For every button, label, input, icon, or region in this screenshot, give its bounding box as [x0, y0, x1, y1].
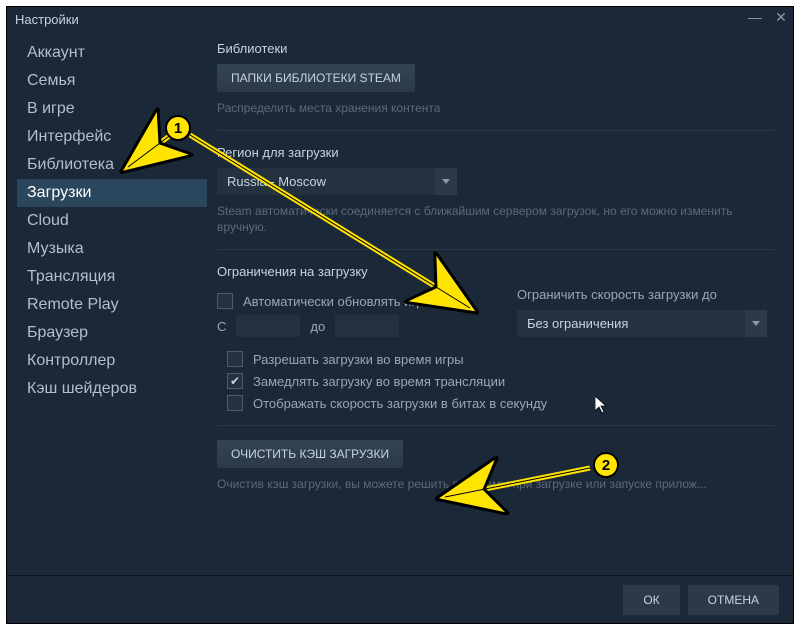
- region-value: Russia - Moscow: [217, 168, 435, 195]
- region-hint: Steam автоматически соединяется с ближай…: [217, 203, 775, 235]
- from-label: С: [217, 319, 226, 334]
- autoupdate-checkbox[interactable]: [217, 293, 233, 309]
- time-from-field[interactable]: [236, 315, 300, 337]
- separator: [217, 249, 775, 250]
- region-dropdown-button[interactable]: [435, 168, 457, 195]
- sidebar-item-ingame[interactable]: В игре: [17, 95, 207, 123]
- close-button[interactable]: ✕: [773, 9, 789, 26]
- sidebar-item-controller[interactable]: Контроллер: [17, 347, 207, 375]
- libraries-hint: Распределить места хранения контента: [217, 100, 775, 116]
- clear-cache-hint: Очистив кэш загрузки, вы можете решить п…: [217, 476, 775, 492]
- separator: [217, 130, 775, 131]
- section-limits-title: Ограничения на загрузку: [217, 264, 775, 279]
- separator: [217, 425, 775, 426]
- sidebar: Аккаунт Семья В игре Интерфейс Библиотек…: [7, 31, 207, 575]
- show-bits-label: Отображать скорость загрузки в битах в с…: [253, 396, 547, 411]
- sidebar-item-interface[interactable]: Интерфейс: [17, 123, 207, 151]
- window-title: Настройки: [15, 12, 79, 27]
- allow-ingame-label: Разрешать загрузки во время игры: [253, 352, 464, 367]
- sidebar-item-browser[interactable]: Браузер: [17, 319, 207, 347]
- sidebar-item-family[interactable]: Семья: [17, 67, 207, 95]
- show-bits-checkbox[interactable]: [227, 395, 243, 411]
- clear-cache-button[interactable]: ОЧИСТИТЬ КЭШ ЗАГРУЗКИ: [217, 440, 403, 468]
- to-label: до: [310, 319, 325, 334]
- sidebar-item-account[interactable]: Аккаунт: [17, 39, 207, 67]
- region-select[interactable]: Russia - Moscow: [217, 168, 457, 195]
- ok-button[interactable]: ОК: [623, 585, 679, 615]
- titlebar: Настройки — ✕: [7, 7, 793, 31]
- limit-speed-label: Ограничить скорость загрузки до: [517, 287, 775, 302]
- sidebar-item-cloud[interactable]: Cloud: [17, 207, 207, 235]
- cancel-button[interactable]: ОТМЕНА: [688, 585, 779, 615]
- section-libraries-title: Библиотеки: [217, 41, 775, 56]
- sidebar-item-shadercache[interactable]: Кэш шейдеров: [17, 375, 207, 403]
- allow-ingame-checkbox[interactable]: [227, 351, 243, 367]
- footer: ОК ОТМЕНА: [7, 575, 793, 623]
- sidebar-item-remoteplay[interactable]: Remote Play: [17, 291, 207, 319]
- throttle-stream-checkbox[interactable]: [227, 373, 243, 389]
- chevron-down-icon: [442, 179, 450, 184]
- settings-window: Настройки — ✕ Аккаунт Семья В игре Интер…: [6, 6, 794, 624]
- sidebar-item-broadcast[interactable]: Трансляция: [17, 263, 207, 291]
- chevron-down-icon: [752, 321, 760, 326]
- sidebar-item-downloads[interactable]: Загрузки: [17, 179, 207, 207]
- throttle-stream-label: Замедлять загрузку во время трансляции: [253, 374, 505, 389]
- autoupdate-label: Автоматически обновлять игры:: [243, 294, 436, 309]
- sidebar-item-music[interactable]: Музыка: [17, 235, 207, 263]
- sidebar-item-library[interactable]: Библиотека: [17, 151, 207, 179]
- limit-speed-select[interactable]: Без ограничения: [517, 310, 767, 337]
- minimize-button[interactable]: —: [747, 9, 763, 26]
- limit-dropdown-button[interactable]: [745, 310, 767, 337]
- limit-speed-value: Без ограничения: [517, 310, 745, 337]
- content-panel: Библиотеки ПАПКИ БИБЛИОТЕКИ STEAM Распре…: [207, 31, 793, 575]
- library-folders-button[interactable]: ПАПКИ БИБЛИОТЕКИ STEAM: [217, 64, 415, 92]
- time-to-field[interactable]: [335, 315, 399, 337]
- section-region-title: Регион для загрузки: [217, 145, 775, 160]
